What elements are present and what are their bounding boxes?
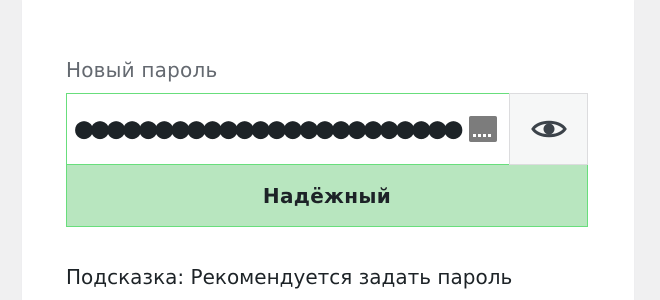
password-card: Новый пароль ●●●●●●●●●●●●●●●●●●●●●●●● На… [22, 0, 634, 300]
password-input[interactable]: ●●●●●●●●●●●●●●●●●●●●●●●● [75, 94, 465, 164]
password-hint: Подсказка: Рекомендуется задать пароль [66, 265, 513, 289]
show-password-button[interactable] [509, 93, 588, 165]
password-strength-indicator: Надёжный [66, 165, 588, 227]
key-autofill-icon[interactable] [469, 116, 497, 142]
password-input-container: ●●●●●●●●●●●●●●●●●●●●●●●● [66, 93, 509, 165]
eye-icon [530, 120, 567, 138]
password-input-group: ●●●●●●●●●●●●●●●●●●●●●●●● [66, 93, 588, 165]
new-password-label: Новый пароль [66, 58, 218, 82]
